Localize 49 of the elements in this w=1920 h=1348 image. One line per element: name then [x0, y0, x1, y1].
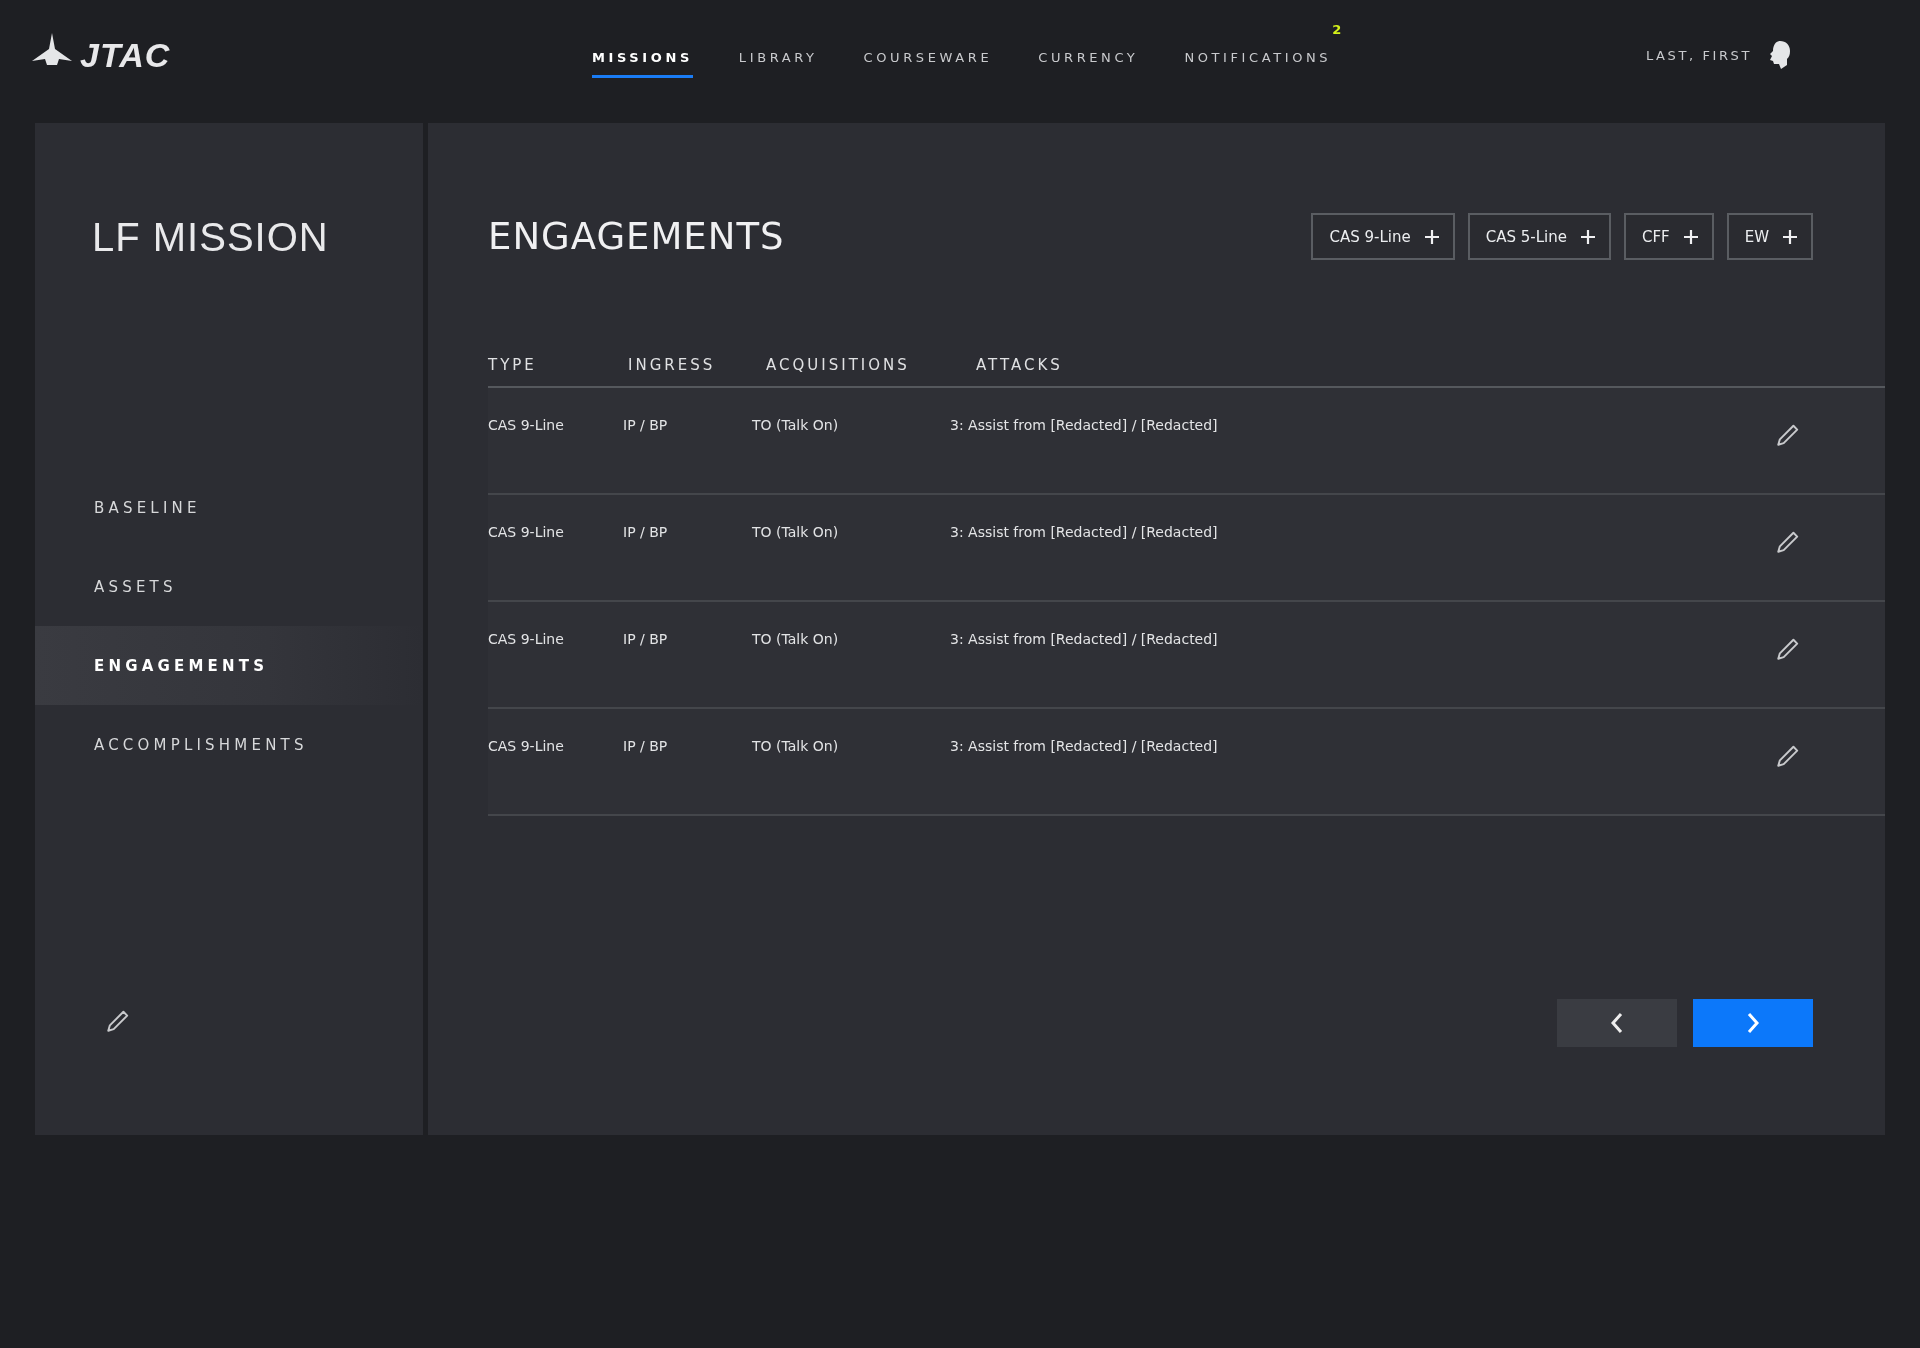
- column-header: INGRESS: [628, 356, 717, 374]
- add-engagement-button[interactable]: CAS 9-Line: [1311, 213, 1455, 260]
- edit-icon[interactable]: [1775, 636, 1801, 662]
- notification-count: 2: [1332, 22, 1342, 37]
- edit-icon[interactable]: [105, 1008, 131, 1034]
- table-cell-text: TO (Talk On): [752, 416, 839, 433]
- plus-icon: [1683, 229, 1698, 244]
- table-cell-text: IP / BP: [623, 523, 668, 540]
- table-cell-text: IP / BP: [623, 416, 668, 433]
- table-cell-text: 3: Assist from [Redacted] / [Redacted]: [950, 737, 1218, 754]
- table-cell-text: TO (Talk On): [752, 630, 839, 647]
- column-header: ATTACKS: [976, 356, 1064, 374]
- add-engagement-button[interactable]: CAS 5-Line: [1467, 213, 1611, 260]
- table-cell-text: 3: Assist from [Redacted] / [Redacted]: [950, 416, 1218, 433]
- table-cell-text: IP / BP: [623, 630, 668, 647]
- section-title: ENGAGEMENTS: [488, 215, 785, 258]
- table-cell-text: TO (Talk On): [752, 737, 839, 754]
- table-cell-text: 3: Assist from [Redacted] / [Redacted]: [950, 630, 1218, 647]
- table-cell-text: CAS 9-Line: [488, 523, 564, 540]
- table-cell-text: CAS 9-Line: [488, 416, 564, 433]
- logo-text: JTAC: [80, 35, 171, 75]
- sidebar-item[interactable]: BASELINE: [35, 468, 423, 547]
- column-header: TYPE: [488, 356, 538, 374]
- avatar-silhouette-icon[interactable]: [1768, 40, 1792, 70]
- edit-icon[interactable]: [1775, 743, 1801, 769]
- plus-icon: [1424, 229, 1439, 244]
- table-cell-text: TO (Talk On): [752, 523, 839, 540]
- add-engagement-button[interactable]: EW: [1726, 213, 1813, 260]
- add-engagement-button[interactable]: CFF: [1623, 213, 1714, 260]
- nav-tab[interactable]: NOTIFICATIONS: [1184, 42, 1332, 78]
- user-name: LAST, FIRST: [1645, 47, 1752, 63]
- nav-tab[interactable]: MISSIONS: [592, 42, 693, 78]
- chevron-left-icon: [1610, 1012, 1624, 1034]
- edit-icon[interactable]: [1775, 529, 1801, 555]
- edit-icon[interactable]: [1775, 422, 1801, 448]
- table-cell-text: 3: Assist from [Redacted] / [Redacted]: [950, 523, 1218, 540]
- plus-icon: [1580, 229, 1595, 244]
- plus-icon: [1783, 229, 1797, 244]
- nav-tab[interactable]: COURSEWARE: [863, 42, 993, 78]
- column-header: ACQUISITIONS: [766, 356, 911, 374]
- sidebar-item[interactable]: ASSETS: [35, 547, 423, 626]
- sidebar-item[interactable]: ACCOMPLISHMENTS: [35, 705, 423, 784]
- table-cell-text: IP / BP: [623, 737, 668, 754]
- chevron-right-icon: [1746, 1012, 1760, 1034]
- mission-title: LF MISSION: [92, 215, 330, 260]
- nav-tab[interactable]: CURRENCY: [1038, 42, 1139, 78]
- table-cell-text: CAS 9-Line: [488, 630, 564, 647]
- nav-tab[interactable]: LIBRARY: [738, 42, 818, 78]
- table-cell-text: CAS 9-Line: [488, 737, 564, 754]
